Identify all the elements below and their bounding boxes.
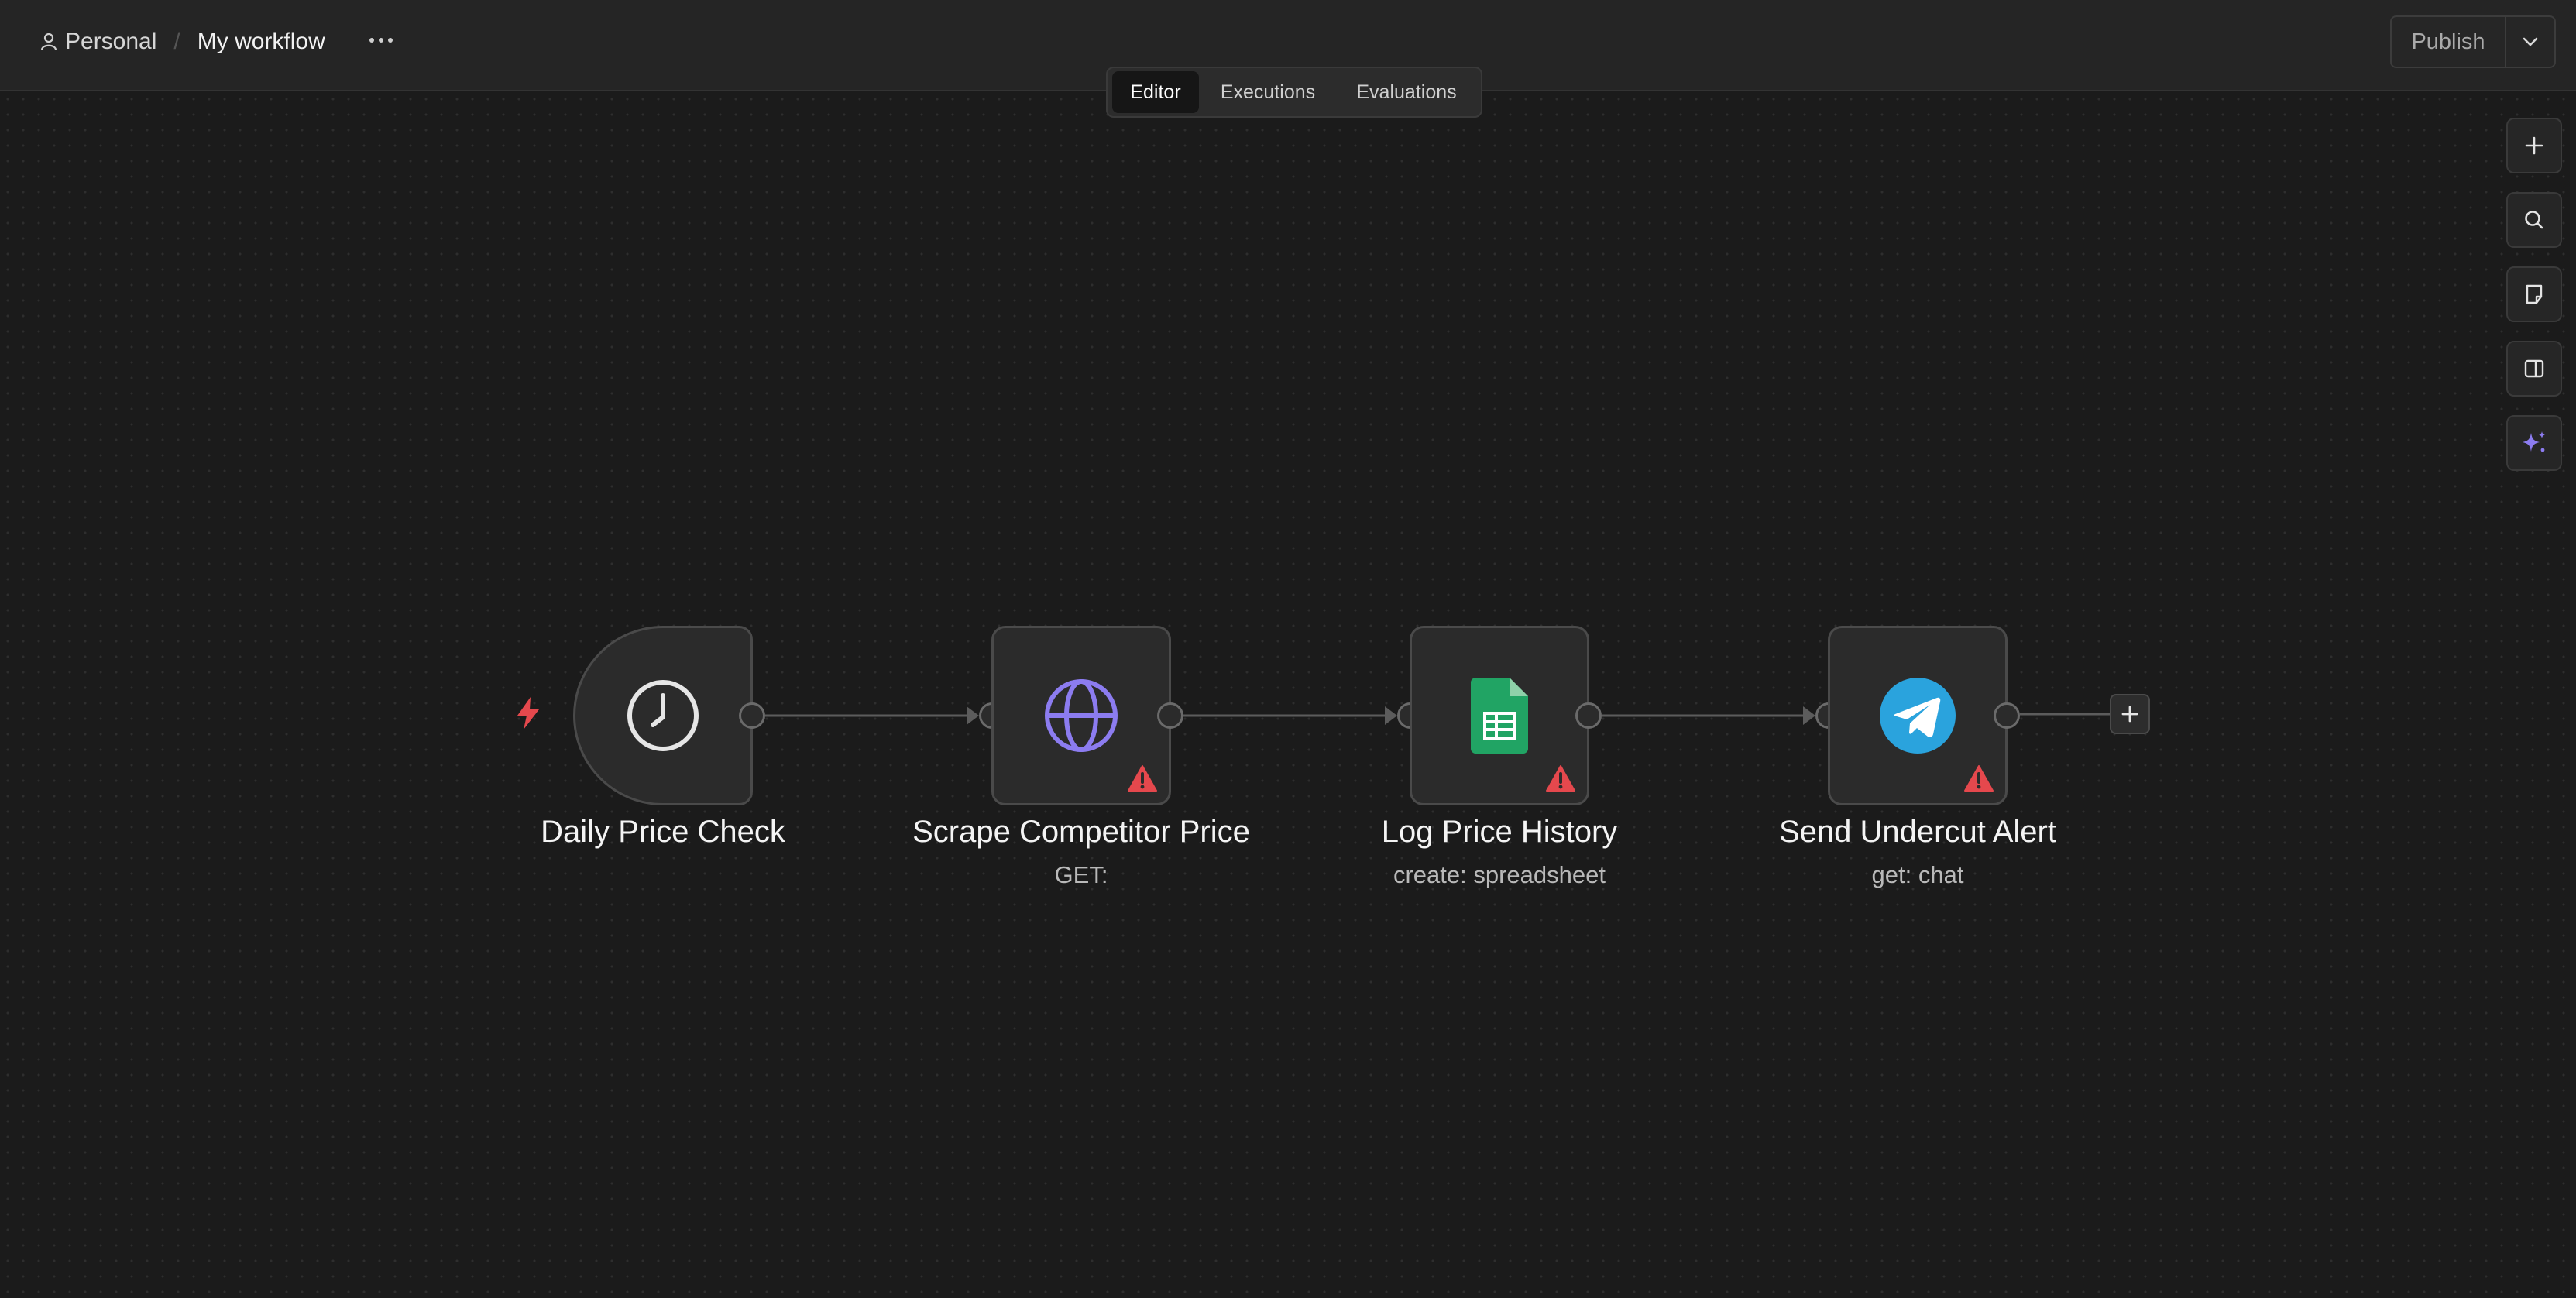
node-send-undercut-alert[interactable] — [1828, 626, 2008, 805]
plus-icon — [2121, 706, 2138, 723]
add-next-node-button[interactable] — [2110, 694, 2150, 734]
trigger-bolt-icon — [517, 697, 539, 730]
google-sheets-icon — [1471, 678, 1528, 754]
globe-icon — [1045, 679, 1118, 752]
warning-icon — [1128, 765, 1157, 792]
node-title: Scrape Competitor Price — [912, 815, 1250, 849]
arrow-head — [1385, 706, 1397, 725]
node-scrape-competitor-price[interactable] — [991, 626, 1171, 805]
clock-icon — [627, 680, 699, 751]
output-handle[interactable] — [1157, 702, 1183, 729]
node-subtitle: create: spreadsheet — [1393, 861, 1606, 888]
node-subtitle: GET: — [1054, 861, 1108, 888]
warning-icon — [1546, 765, 1575, 792]
telegram-icon — [1880, 678, 1956, 754]
output-handle[interactable] — [1994, 702, 2020, 729]
arrow-head — [967, 706, 979, 725]
arrow-head — [1803, 706, 1815, 725]
node-daily-price-check[interactable] — [573, 626, 753, 805]
output-handle[interactable] — [739, 702, 765, 729]
node-title: Daily Price Check — [541, 815, 785, 849]
node-title: Log Price History — [1381, 815, 1618, 849]
connections-layer — [765, 706, 2110, 725]
warning-icon — [1964, 765, 1994, 792]
output-handle[interactable] — [1575, 702, 1602, 729]
node-subtitle: get: chat — [1871, 861, 1964, 888]
node-title: Send Undercut Alert — [1779, 815, 2056, 849]
node-log-price-history[interactable] — [1410, 626, 1589, 805]
